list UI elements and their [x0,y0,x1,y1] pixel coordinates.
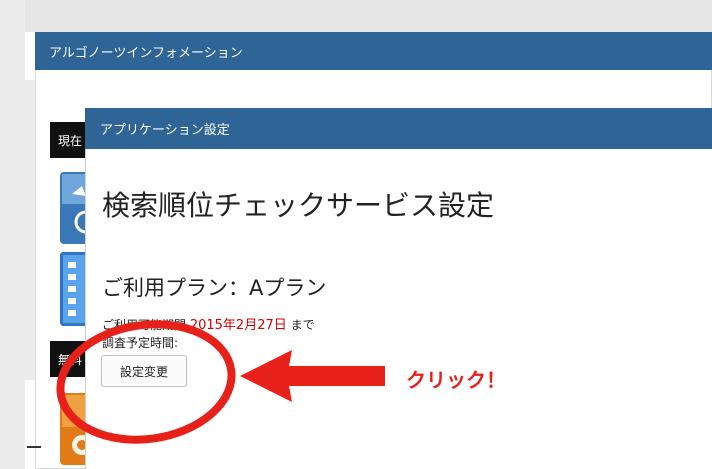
background-label-free: 無料 [50,341,90,377]
click-annotation: クリック！ [406,368,506,392]
change-settings-button[interactable]: 設定変更 [101,355,187,387]
availability-suffix: まで [290,318,315,332]
schedule-label: 調査予定時間: [102,336,179,350]
background-label-current: 現在 [50,122,90,158]
plan-heading: ご利用プラン：Aプラン [102,276,327,300]
background-area [0,0,25,469]
background-top-area [25,0,712,32]
page-title: 検索順位チェックサービス設定 [102,189,495,222]
availability-line: ご利用可能期間 2015年2月27日 まで [102,314,315,333]
dialog-header: アプリケーション設定 [85,108,712,149]
background-window-title: アルゴノーツインフォメーション [35,32,712,70]
background-divider [27,446,41,448]
availability-prefix: ご利用可能期間 [102,318,187,332]
availability-date: 2015年2月27日 [189,318,287,333]
background-label-free-text: 無料 [58,352,83,367]
dialog-title: アプリケーション設定 [100,123,230,138]
background-label-current-text: 現在 [58,133,83,148]
background-left-stripe [25,80,35,380]
background-window-title-text: アルゴノーツインフォメーション [49,45,243,61]
